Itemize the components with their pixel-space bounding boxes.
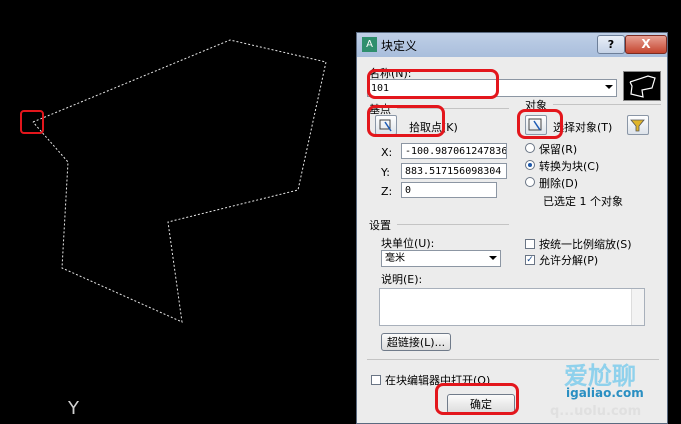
chevron-down-icon [605,85,613,89]
convert-to-block-radio[interactable] [525,160,535,170]
dialog-title: 块定义 [381,39,418,53]
convert-to-block-label[interactable]: 转换为块(C) [539,158,599,174]
select-objects-highlight [517,109,563,139]
description-input[interactable] [379,288,645,326]
quick-select-button[interactable] [627,115,649,135]
quick-select-icon [630,119,645,132]
objects-divider [553,104,661,105]
name-highlight [367,69,499,99]
base-point-highlight [20,110,44,134]
open-in-editor-checkbox[interactable] [371,375,381,385]
description-label: 说明(E): [381,273,423,286]
help-button[interactable]: ? [597,35,625,54]
z-label: Z: [381,185,393,198]
block-unit-select[interactable]: 毫米 [381,250,501,267]
block-unit-value: 毫米 [385,253,405,264]
x-label: X: [381,146,393,159]
uniform-scale-label[interactable]: 按统一比例缩放(S) [539,236,632,252]
ucs-y-label: Y [68,398,79,419]
x-input[interactable]: -100.9870612478362 [401,143,507,159]
close-button[interactable]: X [625,35,667,54]
y-label: Y: [381,166,390,179]
hyperlink-button[interactable]: 超链接(L)... [381,333,451,351]
block-unit-label: 块单位(U): [381,237,435,250]
app-icon: A [362,37,377,52]
retain-label[interactable]: 保留(R) [539,141,577,157]
allow-explode-checkbox[interactable]: ✓ [525,255,535,265]
uniform-scale-checkbox[interactable] [525,239,535,249]
y-input[interactable]: 883.517156098304 [401,163,507,179]
chevron-down-icon [489,256,497,260]
allow-explode-label[interactable]: 允许分解(P) [539,252,598,268]
preview-shape-icon [629,75,656,98]
delete-radio[interactable] [525,177,535,187]
pick-point-highlight [367,105,445,137]
settings-divider [397,224,509,225]
delete-label[interactable]: 删除(D) [539,175,578,191]
description-scrollbar[interactable] [631,289,644,325]
z-input[interactable]: 0 [401,182,497,198]
block-preview [623,71,661,101]
ok-highlight [435,383,519,415]
watermark-site: igaliao.com [566,386,644,400]
dialog-titlebar[interactable]: A 块定义 ? X [357,33,667,57]
settings-group-label: 设置 [369,219,391,232]
retain-radio[interactable] [525,143,535,153]
watermark-footer: q...uolu.com [550,404,642,419]
selection-status: 已选定 1 个对象 [543,195,623,208]
